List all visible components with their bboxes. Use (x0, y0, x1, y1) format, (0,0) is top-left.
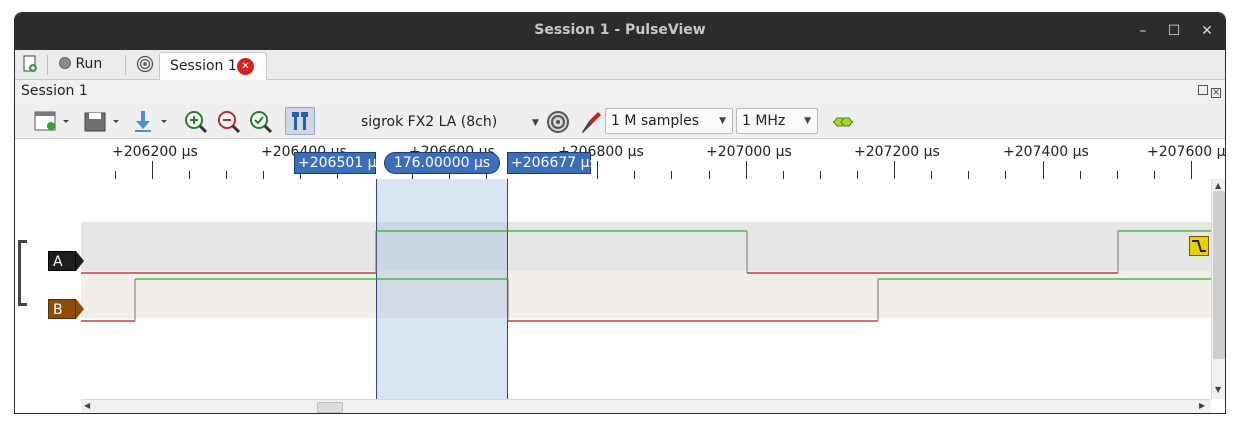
channel-b-label-arrow (76, 299, 84, 319)
channel-group-bracket (18, 240, 27, 306)
ruler-minor-tick (115, 171, 116, 179)
waveforms (81, 230, 1211, 322)
chevron-down-icon: ▼ (719, 116, 726, 126)
ruler-major-tick (894, 161, 895, 179)
run-button[interactable]: Run (59, 50, 102, 79)
samplerate-select[interactable]: 1 MHz ▼ (736, 108, 818, 134)
channel-b-waveform (81, 278, 1211, 322)
zoom-fit-icon[interactable] (248, 109, 274, 139)
ruler-minor-tick (189, 171, 190, 179)
ruler-minor-tick (931, 171, 932, 179)
channel-a-label-arrow (76, 251, 84, 271)
cursor-2-marker[interactable]: +206677 µs (507, 152, 597, 174)
horizontal-scrollbar[interactable]: ◀ ▶ (81, 399, 1211, 413)
session-tab-label: Session 1 (170, 58, 237, 74)
time-ruler[interactable]: +206200 µs +206400 µs +206600 µs +206800… (81, 139, 1226, 179)
channel-b-label[interactable]: B (48, 299, 76, 319)
ruler-minor-tick (709, 171, 710, 179)
horizontal-scroll-thumb[interactable] (317, 402, 343, 413)
title-bar: Session 1 - PulseView – ☐ ✕ (15, 13, 1225, 50)
minimize-button[interactable]: – (1132, 20, 1154, 42)
ruler-major-tick (152, 161, 153, 179)
samples-select[interactable]: 1 M samples ▼ (605, 108, 733, 134)
scroll-right-icon[interactable]: ▶ (1199, 401, 1205, 410)
run-status-icon (59, 57, 71, 69)
scroll-down-icon[interactable]: ▼ (1215, 385, 1221, 394)
tab-separator (47, 55, 48, 75)
samples-value: 1 M samples (611, 113, 700, 129)
ruler-minor-tick (1005, 171, 1006, 179)
main-toolbar: 1 M samples ▼ 1 MHz ▼ (15, 105, 1225, 139)
scroll-left-icon[interactable]: ◀ (84, 401, 90, 410)
zoom-in-icon[interactable] (183, 109, 209, 139)
import-menu-button[interactable] (131, 109, 171, 139)
trace-view: +206200 µs +206400 µs +206600 µs +206800… (15, 139, 1226, 413)
ruler-major-tick (1191, 161, 1192, 179)
save-menu-button[interactable] (83, 109, 123, 139)
new-session-icon[interactable] (21, 55, 39, 84)
ruler-minor-tick (1117, 171, 1118, 179)
session-tab-bar: Run Session 1 ✕ (15, 50, 1225, 80)
decoder-icon[interactable] (830, 109, 856, 139)
ruler-minor-tick (671, 171, 672, 179)
chevron-down-icon: ▼ (532, 118, 539, 128)
dock-controls: × (1197, 85, 1221, 98)
vertical-scrollbar[interactable]: ▲ ▼ (1211, 179, 1225, 399)
device-value: sigrok FX2 LA (8ch) (361, 114, 498, 130)
device-select[interactable]: sigrok FX2 LA (8ch) ▼ (361, 114, 539, 130)
window-title: Session 1 - PulseView (534, 22, 706, 38)
signal-area[interactable] (81, 179, 1211, 399)
zoom-out-icon[interactable] (216, 109, 242, 139)
ruler-tick-label: +207000 µs (706, 144, 792, 160)
tab-session-1[interactable]: Session 1 ✕ (159, 52, 267, 80)
session-dock-title: Session 1 (21, 83, 88, 99)
ruler-minor-tick (783, 171, 784, 179)
ruler-minor-tick (857, 171, 858, 179)
channel-a-label[interactable]: A (48, 251, 76, 271)
ruler-minor-tick (1080, 171, 1081, 179)
close-window-button[interactable]: ✕ (1196, 20, 1218, 42)
cursor-span-marker[interactable]: 176.00000 µs (384, 152, 500, 174)
chevron-down-icon: ▼ (804, 116, 811, 126)
scroll-up-icon[interactable]: ▲ (1215, 181, 1221, 190)
session-options-icon[interactable] (136, 55, 154, 84)
channel-a-waveform (81, 230, 1211, 274)
maximize-button[interactable]: ☐ (1163, 20, 1185, 42)
ruler-minor-tick (263, 171, 264, 179)
show-cursors-toggle[interactable] (285, 107, 315, 135)
tab-separator (125, 55, 126, 75)
ruler-major-tick (597, 161, 598, 179)
ruler-tick-label: +206200 µs (112, 144, 198, 160)
close-dock-icon[interactable]: × (1211, 88, 1221, 98)
ruler-major-tick (1043, 161, 1044, 179)
ruler-minor-tick (634, 171, 635, 179)
ruler-minor-tick (1154, 171, 1155, 179)
ruler-major-tick (746, 161, 747, 179)
open-menu-button[interactable] (33, 109, 73, 139)
pulseview-window: Session 1 - PulseView – ☐ ✕ Run Session … (14, 12, 1226, 414)
float-dock-icon[interactable] (1197, 85, 1208, 95)
vertical-scroll-thumb[interactable] (1213, 191, 1225, 359)
ruler-tick-label: +207400 µs (1003, 144, 1089, 160)
ruler-minor-tick (968, 171, 969, 179)
falling-edge-trigger-icon[interactable] (1189, 236, 1209, 256)
samplerate-value: 1 MHz (742, 113, 786, 129)
ruler-minor-tick (820, 171, 821, 179)
ruler-tick-label: +207600 µs (1147, 144, 1226, 160)
ruler-minor-tick (226, 171, 227, 179)
device-config-icon[interactable] (545, 109, 571, 139)
run-label: Run (75, 56, 103, 72)
close-tab-icon[interactable]: ✕ (237, 58, 254, 75)
cursor-1-marker[interactable]: +206501 µs (294, 152, 384, 174)
ruler-tick-label: +207200 µs (854, 144, 940, 160)
probe-config-icon[interactable] (578, 109, 604, 139)
